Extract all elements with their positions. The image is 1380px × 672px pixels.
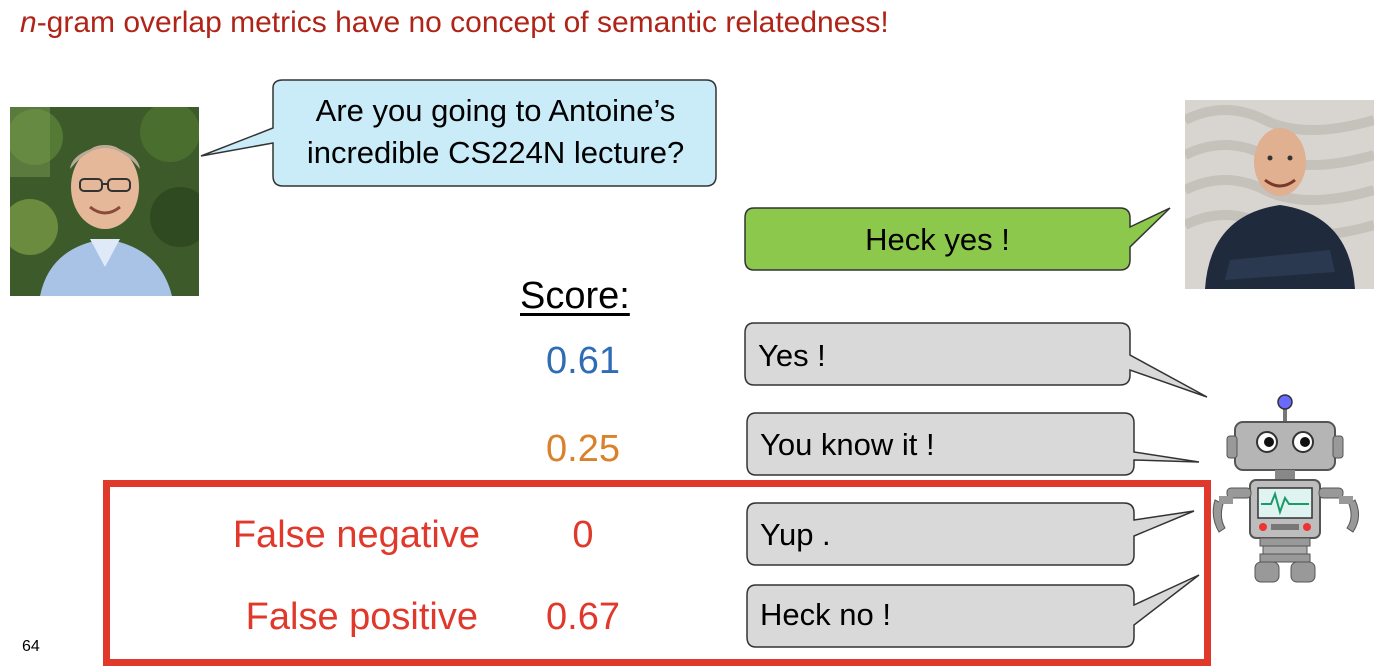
left-person-photo <box>10 107 199 296</box>
score-value: 0.61 <box>546 340 620 382</box>
question-line-2: incredible CS224N lecture? <box>306 135 685 170</box>
score-value: 0.25 <box>546 428 620 470</box>
person-photo-icon <box>10 107 199 296</box>
title-text: -gram overlap metrics have no concept of… <box>36 6 889 39</box>
right-person-photo <box>1185 100 1374 289</box>
title-italic-n: n <box>20 6 37 39</box>
robot-icon <box>1212 394 1359 583</box>
slide-title: n-gram overlap metrics have no concept o… <box>20 6 889 40</box>
reference-answer: Heck yes ! <box>865 222 1010 257</box>
response-text: You know it ! <box>760 427 935 462</box>
person-photo-icon <box>1185 100 1374 289</box>
highlight-box <box>103 480 1211 666</box>
question-line-1: Are you going to Antoine’s <box>315 93 676 128</box>
response-text: Yes ! <box>758 338 826 373</box>
page-number: 64 <box>22 638 40 655</box>
score-header: Score: <box>520 275 630 317</box>
question-bubble: Are you going to Antoine’s incredible CS… <box>273 90 718 174</box>
